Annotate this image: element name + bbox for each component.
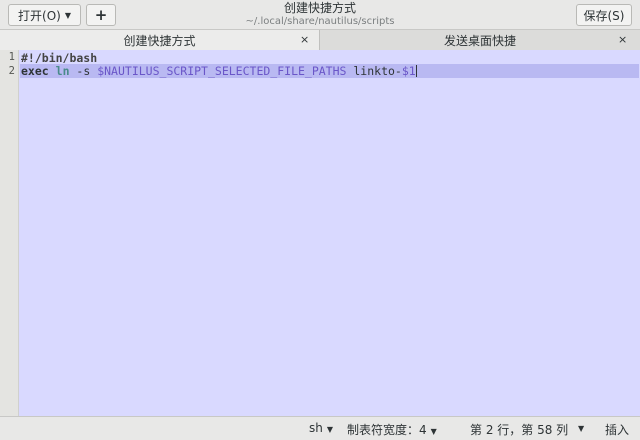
status-bar: sh ▼ 制表符宽度：4 ▼ 第 2 行，第 58 列 ▼ 插入 [0,416,640,440]
new-document-button[interactable]: + [86,4,116,26]
open-button[interactable]: 打开(O) ▼ [8,4,81,26]
keyword-exec: exec [21,64,49,78]
text-cursor [415,65,417,77]
window-title-area: 创建快捷方式 ~/.local/share/nautilus/scripts [200,1,440,28]
window-subtitle: ~/.local/share/nautilus/scripts [245,16,395,27]
variable-arg1: $1 [401,64,416,78]
save-button[interactable]: 保存(S) [576,4,632,26]
tab-width-selector[interactable]: 制表符宽度：4 ▼ [347,421,437,438]
open-button-label: 打开(O) [18,8,61,23]
chevron-down-icon: ▼ [326,425,334,434]
tab-create-shortcut[interactable]: 创建快捷方式 × [0,30,320,50]
close-icon[interactable]: × [618,33,627,46]
chevron-down-icon[interactable]: ▼ [578,424,584,433]
insert-mode-indicator[interactable]: 插入 [605,421,629,438]
window-title: 创建快捷方式 [283,1,356,15]
code-line[interactable]: #!/bin/bash [20,51,639,65]
tab-bar: 创建快捷方式 × 发送桌面快捷 × [0,30,640,50]
line-number: 2 [8,65,15,77]
save-button-label: 保存(S) [583,8,625,23]
chevron-down-icon: ▼ [430,427,437,436]
code-line-current[interactable]: exec ln -s $NAUTILUS_SCRIPT_SELECTED_FIL… [20,64,639,78]
option-s: -s [69,64,98,78]
variable-paths: $NAUTILUS_SCRIPT_SELECTED_FILE_PATHS [97,64,347,78]
language-label: sh [309,421,323,435]
linkto-text: linkto- [346,64,402,78]
close-icon[interactable]: × [300,33,309,46]
chevron-down-icon: ▼ [64,10,71,20]
line-number-gutter: 1 2 [0,50,19,416]
line-number: 1 [8,51,15,63]
language-selector[interactable]: sh ▼ [309,421,333,435]
tab-send-desktop-shortcut[interactable]: 发送桌面快捷 × [320,30,640,50]
tab-label: 创建快捷方式 [123,33,196,48]
shebang: #!/bin/bash [21,51,98,65]
command-ln: ln [55,64,70,78]
cursor-position: 第 2 行，第 58 列 [470,423,569,437]
tab-label: 发送桌面快捷 [443,33,516,48]
tab-width-label: 制表符宽度：4 [347,423,427,437]
text-editor[interactable]: 1 2 #!/bin/bash exec ln -s $NAUTILUS_SCR… [0,50,640,416]
plus-icon: + [94,6,108,24]
header-bar: 打开(O) ▼ + 创建快捷方式 ~/.local/share/nautilus… [0,0,640,30]
